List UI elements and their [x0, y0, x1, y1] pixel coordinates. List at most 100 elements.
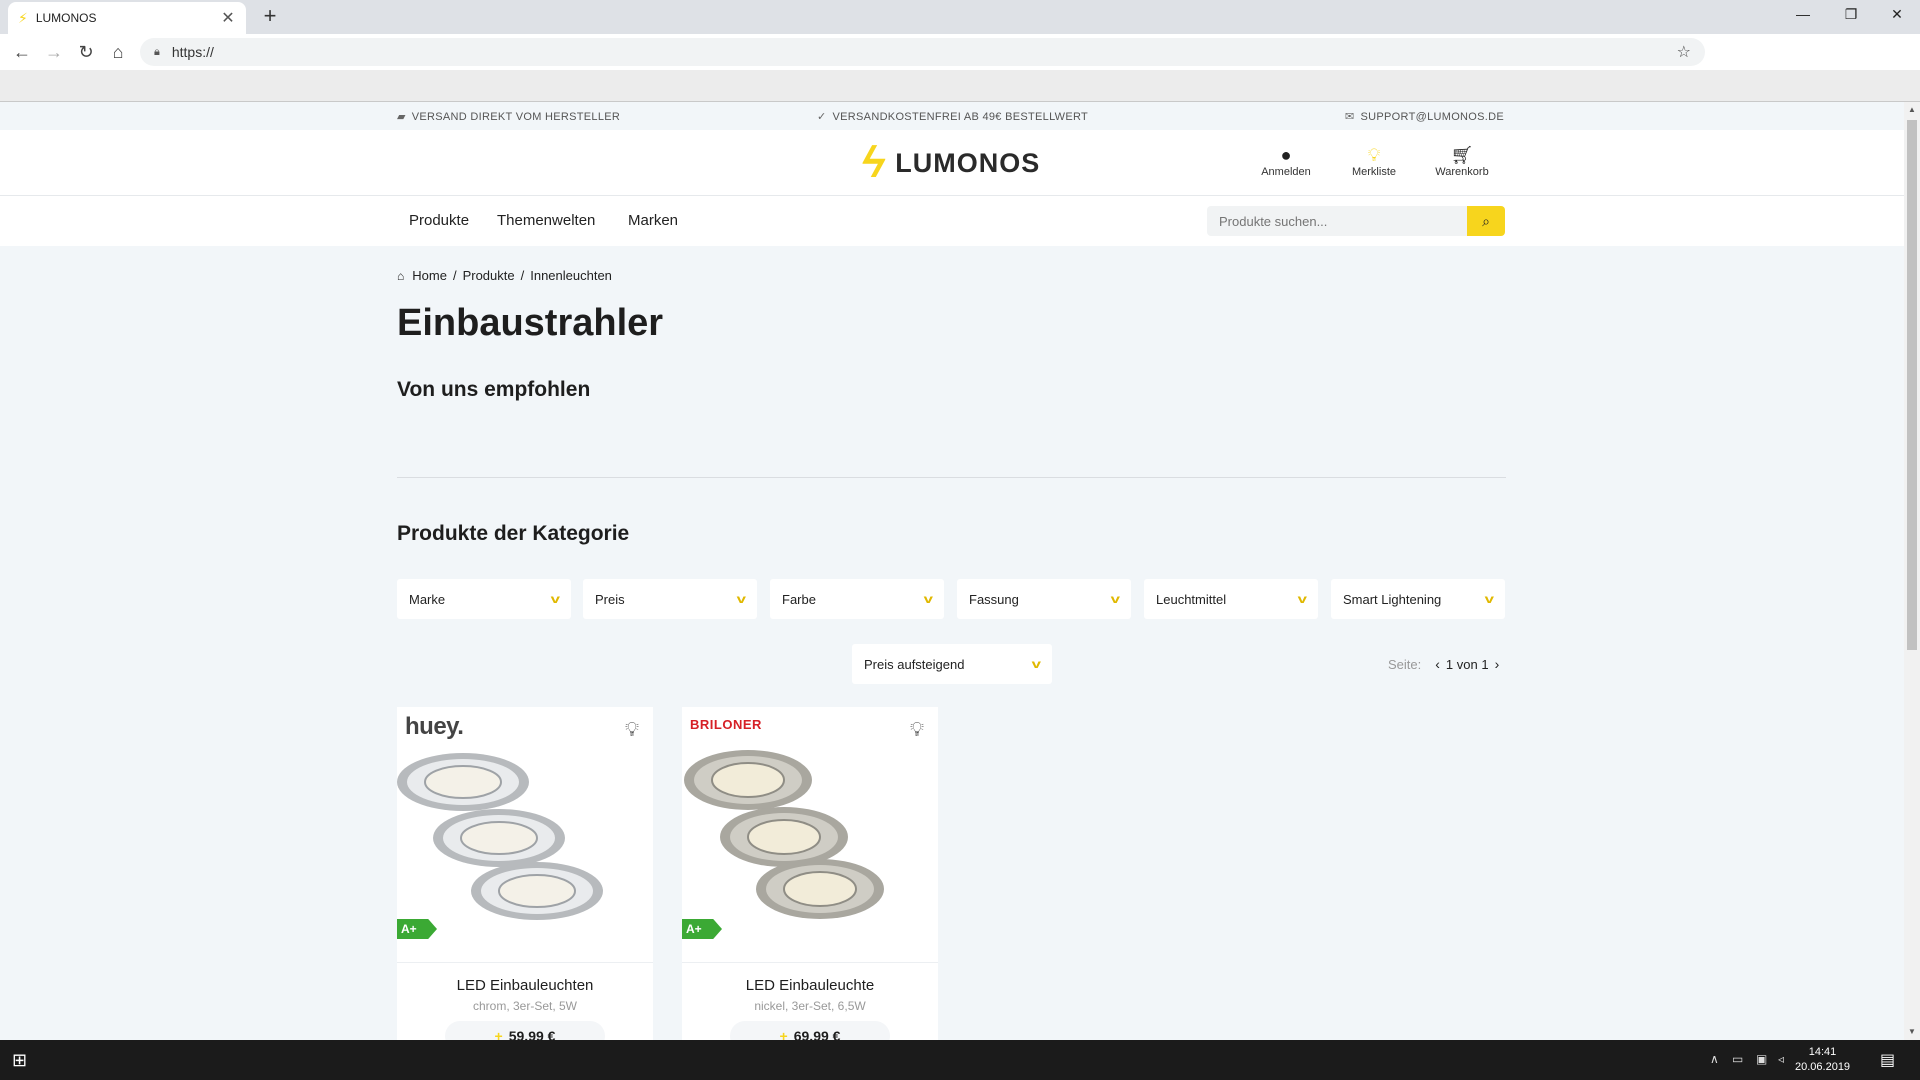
check-icon: ✓ [817, 111, 827, 123]
downlight-1 [397, 753, 529, 811]
lightbulb-icon: 💡︎ [1367, 145, 1381, 165]
login-button[interactable]: ● Anmelden [1246, 144, 1326, 178]
truck-icon: ▰ [397, 111, 406, 123]
free-shipping-text: VERSANDKOSTENFREI AB 49€ BESTELLWERT [832, 110, 1089, 123]
nav-produkte[interactable]: Produkte [409, 212, 469, 229]
page-scrollbar[interactable]: ▲ ▼ [1904, 102, 1920, 1040]
product-description: chrom, 3er-Set, 5W [472, 999, 578, 1013]
breadcrumb: ⌂ Home / Produkte / Innenleuchten [397, 268, 612, 283]
site-logo[interactable]: ϟ LUMONOS [858, 138, 1041, 188]
volume-icon[interactable]: ◃ [1778, 1052, 1784, 1066]
forward-arrow-icon[interactable]: → [42, 40, 66, 64]
chevron-down-icon: v [1484, 592, 1495, 606]
browser-tab[interactable]: ⚡ LUMONOS ✕ [8, 2, 246, 34]
mail-icon: ✉ [1345, 111, 1355, 123]
downlight-3 [756, 859, 884, 919]
close-tab-icon[interactable]: ✕ [220, 8, 236, 28]
shipping-text: VERSAND DIREKT VOM HERSTELLER [411, 110, 621, 123]
bookmarks-bar [0, 70, 1920, 102]
scroll-down-icon[interactable]: ▼ [1904, 1024, 1920, 1040]
product-name[interactable]: LED Einbauleuchten [397, 977, 653, 994]
brand-name: LUMONOS [895, 147, 1041, 178]
new-tab-button[interactable]: + [256, 4, 284, 30]
product-price: 59,99 € [508, 1028, 556, 1040]
restore-icon[interactable]: ❐ [1828, 0, 1874, 30]
network-icon[interactable]: ▣ [1756, 1052, 1767, 1066]
filter-farbe[interactable]: Farbe v [770, 579, 944, 619]
pager-value: 1 von 1 [1445, 656, 1489, 672]
downlight-2 [433, 809, 565, 867]
wishlist-button[interactable]: 💡︎ Merkliste [1334, 144, 1414, 178]
battery-icon[interactable]: ▭ [1732, 1052, 1743, 1066]
notification-center-icon[interactable]: ▤ [1880, 1050, 1895, 1070]
breadcrumb-home[interactable]: Home [412, 268, 447, 283]
breadcrumb-produkte[interactable]: Produkte [463, 268, 515, 283]
scroll-up-icon[interactable]: ▲ [1904, 102, 1920, 118]
cart-button[interactable]: 🛒︎ Warenkorb [1422, 144, 1502, 178]
product-card[interactable]: huey. 💡︎ A+ LED Einbauleuchten chrom, 3e… [397, 707, 653, 1040]
info-bar: ▰ VERSAND DIREKT VOM HERSTELLER ✓ VERSAN… [0, 102, 1904, 130]
filter-label: Leuchtmittel [1156, 591, 1227, 607]
search-button[interactable]: ⌕ [1467, 206, 1505, 236]
main-navigation: Produkte Themenwelten Marken ⌕ [0, 196, 1904, 246]
tray-chevron-icon[interactable]: ∧ [1710, 1052, 1719, 1066]
product-price: 69,99 € [793, 1028, 841, 1040]
product-image[interactable]: huey. 💡︎ A+ [397, 707, 653, 963]
sort-select[interactable]: Preis aufsteigend v [852, 644, 1052, 684]
home-icon[interactable]: ⌂ [106, 40, 130, 64]
product-card[interactable]: BRILONER 💡︎ A+ LED Einbauleuchte nickel,… [682, 707, 938, 1040]
clock-date: 20.06.2019 [1795, 1061, 1851, 1073]
search-bar: ⌕ [1207, 206, 1505, 236]
sort-label: Preis aufsteigend [864, 656, 965, 672]
plus-icon: + [779, 1028, 788, 1040]
filter-leuchtmittel[interactable]: Leuchtmittel v [1144, 579, 1318, 619]
lightning-favicon-icon: ⚡ [18, 9, 28, 26]
product-name[interactable]: LED Einbauleuchte [682, 977, 938, 994]
lock-icon: 🔒︎ [154, 45, 160, 58]
chevron-down-icon: v [1110, 592, 1121, 606]
section-divider [397, 477, 1506, 478]
cart-label: Warenkorb [1435, 166, 1489, 178]
product-image[interactable]: BRILONER 💡︎ A+ [682, 707, 938, 963]
reload-icon[interactable]: ↻ [74, 40, 98, 64]
clock-time: 14:41 [1808, 1046, 1837, 1058]
nav-marken[interactable]: Marken [628, 212, 678, 229]
filter-fassung[interactable]: Fassung v [957, 579, 1131, 619]
breadcrumb-innenleuchten[interactable]: Innenleuchten [530, 268, 612, 283]
pagination: Seite: ‹ 1 von 1 › [1388, 656, 1505, 672]
search-input[interactable] [1207, 206, 1467, 236]
login-label: Anmelden [1261, 166, 1311, 178]
shipping-info: ▰ VERSAND DIREKT VOM HERSTELLER [397, 110, 621, 124]
filter-marke[interactable]: Marke v [397, 579, 571, 619]
windows-start-icon[interactable]: ⊞ [12, 1050, 27, 1071]
home-breadcrumb-icon[interactable]: ⌂ [397, 269, 404, 283]
support-info[interactable]: ✉ SUPPORT@LUMONOS.DE [1345, 110, 1505, 124]
filter-smart-lightening[interactable]: Smart Lightening v [1331, 579, 1505, 619]
system-clock[interactable]: 14:41 20.06.2019 [1795, 1045, 1850, 1075]
category-heading: Produkte der Kategorie [397, 522, 630, 545]
filter-preis[interactable]: Preis v [583, 579, 757, 619]
filter-label: Smart Lightening [1343, 591, 1442, 607]
breadcrumb-separator: / [452, 268, 457, 283]
chevron-down-icon: v [1297, 592, 1308, 606]
browser-tab-strip: ⚡ LUMONOS ✕ + — ❐ ✕ [0, 0, 1920, 34]
address-bar[interactable]: 🔒︎ https:// ☆ [140, 38, 1705, 66]
window-close-icon[interactable]: ✕ [1874, 0, 1920, 30]
free-shipping-info: ✓ VERSANDKOSTENFREI AB 49€ BESTELLWERT [817, 110, 1089, 124]
chevron-down-icon: v [550, 592, 561, 606]
bookmark-star-icon[interactable]: ☆ [1677, 42, 1691, 62]
downlight-2 [720, 807, 848, 867]
tab-title: LUMONOS [35, 11, 97, 25]
price-button[interactable]: +69,99 € [730, 1021, 890, 1040]
price-button[interactable]: +59,99 € [445, 1021, 605, 1040]
recommended-heading: Von uns empfohlen [397, 378, 591, 401]
minimize-icon[interactable]: — [1780, 0, 1826, 30]
chevron-left-icon[interactable]: ‹ [1435, 656, 1440, 672]
chevron-right-icon[interactable]: › [1495, 656, 1500, 672]
chevron-down-icon: v [736, 592, 747, 606]
plus-icon: + [494, 1028, 503, 1040]
scroll-thumb[interactable] [1907, 120, 1917, 650]
nav-themenwelten[interactable]: Themenwelten [497, 212, 595, 229]
support-email[interactable]: SUPPORT@LUMONOS.DE [1361, 111, 1505, 123]
back-arrow-icon[interactable]: ← [10, 40, 34, 64]
